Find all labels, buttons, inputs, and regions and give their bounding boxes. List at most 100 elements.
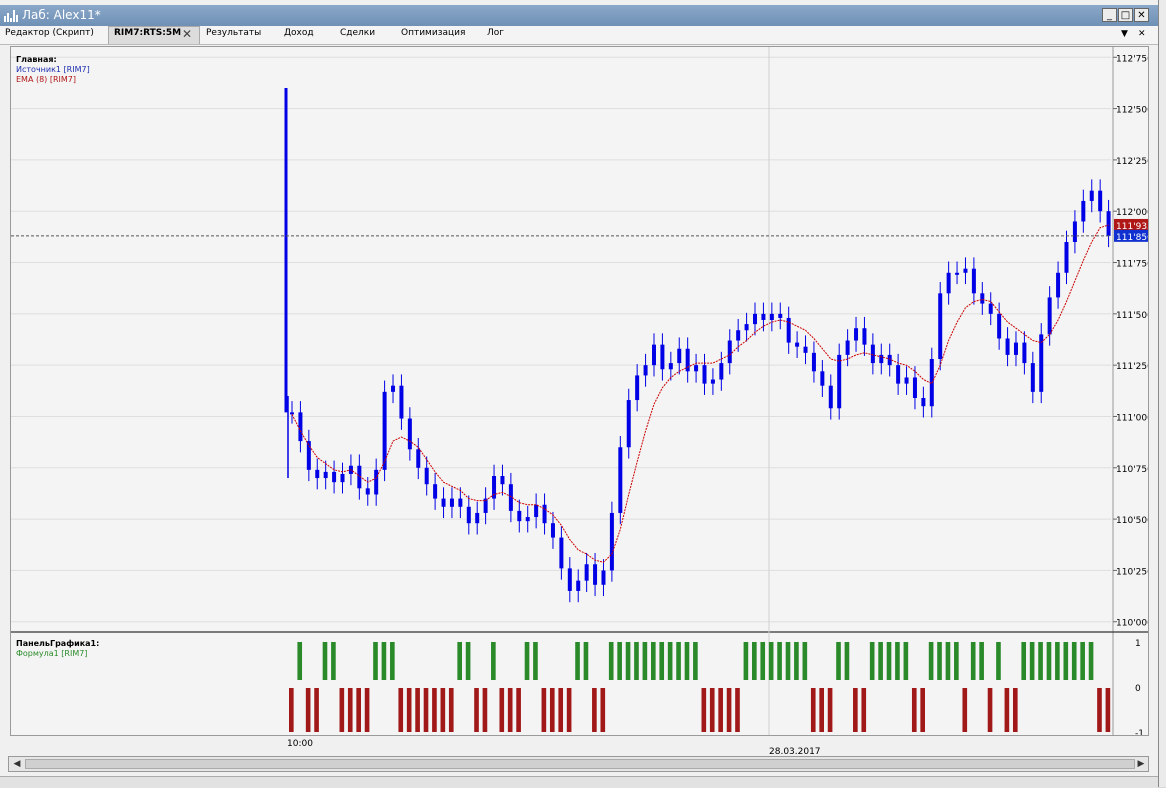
candle-body xyxy=(912,377,917,398)
candle-body xyxy=(618,447,623,513)
horizontal-scrollbar[interactable]: ◀ ▶ xyxy=(8,756,1149,772)
formula-bar-down xyxy=(558,688,564,732)
formula-bar-up xyxy=(768,642,774,680)
tab-rim7-chart[interactable]: RIM7:RTS:5M xyxy=(114,28,181,38)
formula-bar-down xyxy=(1105,688,1111,732)
formula-bar-down xyxy=(810,688,816,732)
formula-bar-up xyxy=(794,642,799,680)
sub-panel-title: ПанельГрафика1: xyxy=(16,639,99,648)
candle-body xyxy=(635,375,640,401)
formula-bar-down xyxy=(448,688,454,732)
tab-results[interactable]: Результаты xyxy=(206,28,261,38)
sub-tick-label: -1 xyxy=(1135,729,1144,735)
candle-body xyxy=(769,313,774,320)
formula-bar-up xyxy=(667,642,673,680)
formula-bar-up xyxy=(1080,642,1085,680)
tab-bar-close-icon[interactable]: ✕ xyxy=(1138,29,1146,39)
candle-body xyxy=(887,354,892,366)
candle-body xyxy=(399,385,404,419)
candle-body xyxy=(980,293,985,304)
formula-bar-down xyxy=(853,688,858,732)
formula-bar-up xyxy=(676,642,681,680)
scroll-left-icon[interactable]: ◀ xyxy=(10,758,24,770)
formula-bar-down xyxy=(701,688,707,732)
candle-body xyxy=(365,488,370,495)
candle-body xyxy=(660,344,665,370)
formula-bar-down xyxy=(406,688,412,732)
formula-bar-down xyxy=(987,688,993,732)
candle-body xyxy=(609,512,614,571)
candle-body xyxy=(896,365,901,384)
candle-body xyxy=(382,391,387,470)
candle-body xyxy=(727,340,732,364)
price-tick-label: 111'750 xyxy=(1116,260,1148,270)
chart-area[interactable]: 112'750 112'500 112'250 112'000 111'750 111'5… xyxy=(10,46,1149,736)
formula-bar-up xyxy=(878,642,883,680)
tab-log[interactable]: Лог xyxy=(487,28,504,38)
tab-deals[interactable]: Сделки xyxy=(340,28,375,38)
formula-bar-up xyxy=(752,642,757,680)
formula-bar-down xyxy=(305,688,311,732)
tab-menu-icon[interactable]: ▼ xyxy=(1121,29,1128,39)
candle-body xyxy=(1022,342,1027,364)
formula-bar-up xyxy=(1055,642,1060,680)
candle-body xyxy=(1047,297,1052,335)
formula-bar-down xyxy=(709,688,715,732)
formula-bar-up xyxy=(659,642,665,680)
formula-bar-up xyxy=(802,642,808,680)
candle-body xyxy=(475,512,480,524)
candle-body xyxy=(694,365,699,372)
formula-bar-down xyxy=(474,688,479,732)
candle-body xyxy=(736,330,741,341)
formula-bar-down xyxy=(415,688,420,732)
scrollbar-track[interactable] xyxy=(25,759,1135,769)
formula-bar-up xyxy=(457,642,462,680)
formula-bar-up xyxy=(575,642,580,680)
formula-bar-up xyxy=(331,642,336,680)
candle-body xyxy=(719,363,724,380)
candle-body xyxy=(525,517,530,522)
tab-optimization[interactable]: Оптимизация xyxy=(401,28,465,38)
candle-body xyxy=(1039,334,1044,392)
price-tick-label: 112'500 xyxy=(1116,106,1148,116)
candle-body xyxy=(584,564,589,581)
candle-body xyxy=(1081,200,1086,222)
maximize-button[interactable]: □ xyxy=(1118,8,1133,22)
tab-editor[interactable]: Редактор (Скрипт) xyxy=(5,28,94,38)
title-bar[interactable]: Лаб: Alex11* _ □ ✕ xyxy=(0,5,1158,26)
formula-bar-up xyxy=(524,642,530,680)
candle-body xyxy=(500,476,505,485)
formula-bar-down xyxy=(566,688,572,732)
formula-bar-up xyxy=(945,642,951,680)
price-tick-label: 112'000 xyxy=(1116,208,1148,218)
candle-body xyxy=(1064,242,1069,273)
formula-bar-up xyxy=(1046,642,1052,680)
candle-body xyxy=(1013,342,1018,355)
formula-bar-down xyxy=(347,688,353,732)
formula-bar-up xyxy=(642,642,648,680)
candle-body xyxy=(988,303,993,314)
candle-body xyxy=(458,498,463,507)
formula-bar-up xyxy=(491,642,496,680)
candle-body xyxy=(433,484,438,499)
minimize-button[interactable]: _ xyxy=(1102,8,1117,22)
candle-body xyxy=(391,385,396,392)
formula-bar-down xyxy=(516,688,521,732)
candle-body xyxy=(441,498,446,507)
formula-bar-down xyxy=(499,688,505,732)
candle-body xyxy=(1089,190,1094,201)
tab-close-icon[interactable]: ✕ xyxy=(182,27,192,41)
tab-bar: Редактор (Скрипт) RIM7:RTS:5M ✕ Результа… xyxy=(0,26,1158,45)
formula-bar-up xyxy=(1071,642,1077,680)
tab-income[interactable]: Доход xyxy=(284,28,314,38)
candle-body xyxy=(753,313,758,325)
formula-bar-up xyxy=(869,642,875,680)
candle-body xyxy=(938,293,943,359)
close-button[interactable]: ✕ xyxy=(1134,8,1149,22)
scroll-right-icon[interactable]: ▶ xyxy=(1134,758,1148,770)
formula-bar-down xyxy=(1097,688,1102,732)
formula-bar-down xyxy=(861,688,867,732)
main-window: Лаб: Alex11* _ □ ✕ Редактор (Скрипт) RIM… xyxy=(0,0,1159,788)
candle-body xyxy=(879,354,884,364)
formula-bar-down xyxy=(592,688,597,732)
